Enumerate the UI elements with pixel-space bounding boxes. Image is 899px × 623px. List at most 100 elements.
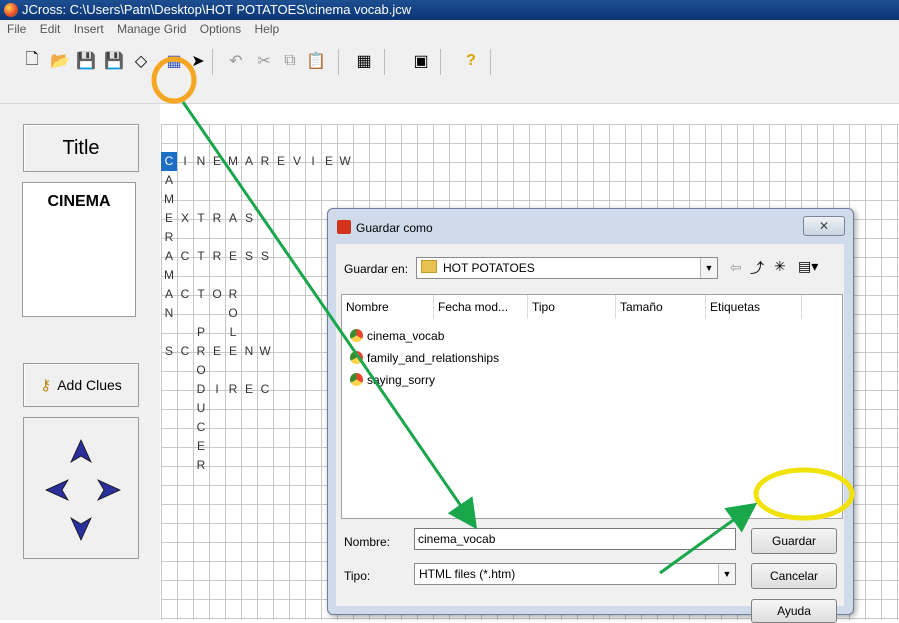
grid-cell[interactable]: R (257, 152, 273, 171)
file-type-select[interactable]: HTML files (*.htm) ▼ (414, 563, 736, 585)
menu-edit[interactable]: Edit (40, 22, 61, 36)
grid-cell[interactable]: W (257, 342, 273, 361)
column-tags[interactable]: Etiquetas (706, 295, 802, 319)
menu-options[interactable]: Options (200, 22, 241, 36)
save-button[interactable]: Guardar (751, 528, 837, 554)
grid-cell[interactable]: T (193, 209, 209, 228)
grid-cell[interactable]: N (193, 152, 209, 171)
grid-cell[interactable]: P (193, 323, 209, 342)
paste-icon[interactable]: 📋 (306, 51, 326, 71)
copy-icon[interactable]: ⧉ (280, 51, 300, 71)
add-clues-button[interactable]: ⚷ Add Clues (23, 363, 139, 407)
grid-cell[interactable]: R (209, 209, 225, 228)
column-type[interactable]: Tipo (528, 295, 616, 319)
grid-cell[interactable]: E (321, 152, 337, 171)
grid-cell[interactable]: C (193, 418, 209, 437)
file-name-input[interactable]: cinema_vocab (414, 528, 736, 550)
grid-cell[interactable]: R (209, 247, 225, 266)
grid-cell[interactable]: A (241, 152, 257, 171)
config-icon[interactable]: ▣ (411, 51, 431, 71)
help-icon[interactable]: ? (461, 51, 481, 71)
chevron-down-icon[interactable]: ▼ (700, 258, 717, 278)
grid-cell[interactable]: E (225, 247, 241, 266)
file-item[interactable]: cinema_vocab (350, 326, 444, 346)
cancel-button[interactable]: Cancelar (751, 563, 837, 589)
grid-cell[interactable]: R (193, 342, 209, 361)
grid-cell[interactable]: E (193, 437, 209, 456)
cut-icon[interactable]: ✂ (254, 51, 274, 71)
grid-cell[interactable]: I (209, 380, 225, 399)
grid-cell[interactable]: C (161, 152, 177, 171)
grid-cell[interactable]: A (225, 209, 241, 228)
grid-cell[interactable]: A (161, 171, 177, 190)
menu-manage-grid[interactable]: Manage Grid (117, 22, 186, 36)
grid-cell[interactable]: O (225, 304, 241, 323)
grid-cell[interactable]: X (177, 209, 193, 228)
help-button[interactable]: Ayuda (751, 599, 837, 623)
grid-cell[interactable]: I (305, 152, 321, 171)
dialog-close-button[interactable]: ✕ (803, 216, 845, 236)
save-icon[interactable]: 💾 (76, 51, 96, 71)
menu-insert[interactable]: Insert (74, 22, 104, 36)
title-button[interactable]: Title (23, 124, 139, 172)
column-date[interactable]: Fecha mod... (434, 295, 528, 319)
grid-cell[interactable]: R (161, 228, 177, 247)
web-export-arrow-icon[interactable]: ➤ (188, 51, 208, 71)
grid-cell[interactable]: A (161, 247, 177, 266)
grid-cell[interactable]: C (177, 285, 193, 304)
open-folder-icon[interactable]: 📂 (50, 51, 70, 71)
chevron-down-icon[interactable]: ▼ (718, 564, 735, 584)
grid-cell[interactable]: A (161, 285, 177, 304)
grid-cell[interactable]: S (161, 342, 177, 361)
grid-cell[interactable]: S (241, 209, 257, 228)
grid-cell[interactable]: N (161, 304, 177, 323)
grid-cell[interactable]: C (177, 342, 193, 361)
view-menu-icon[interactable]: ▤▾ (798, 258, 818, 275)
grid-cell[interactable]: S (241, 247, 257, 266)
create-web-page-icon[interactable]: ▦ (164, 51, 184, 71)
grid-cell[interactable]: E (209, 342, 225, 361)
grid-cell[interactable]: M (161, 190, 177, 209)
grid-cell[interactable]: C (177, 247, 193, 266)
menu-file[interactable]: File (7, 22, 26, 36)
up-folder-icon[interactable]: ⤴ (750, 258, 764, 278)
grid-cell[interactable]: E (273, 152, 289, 171)
file-item[interactable]: family_and_relationships (350, 348, 499, 368)
grid-cell[interactable]: E (225, 342, 241, 361)
save-as-icon[interactable]: 💾 (104, 51, 124, 71)
eraser-icon[interactable]: ◇ (131, 51, 151, 71)
grid-cell[interactable]: R (225, 380, 241, 399)
grid-cell[interactable]: V (289, 152, 305, 171)
grid-icon[interactable]: ▦ (354, 51, 374, 71)
grid-cell[interactable]: R (193, 456, 209, 475)
grid-cell[interactable]: S (257, 247, 273, 266)
grid-cell[interactable]: R (225, 285, 241, 304)
grid-cell[interactable]: E (241, 380, 257, 399)
back-icon[interactable]: ⇦ (730, 259, 742, 276)
grid-cell[interactable]: D (193, 380, 209, 399)
grid-cell[interactable]: C (257, 380, 273, 399)
grid-cell[interactable]: M (225, 152, 241, 171)
undo-icon[interactable]: ↶ (226, 51, 246, 71)
new-file-icon[interactable]: 🗋 (22, 51, 42, 71)
grid-cell[interactable]: L (225, 323, 241, 342)
grid-cell[interactable]: T (193, 285, 209, 304)
grid-cell[interactable]: W (337, 152, 353, 171)
save-as-dialog: Guardar como ✕ Guardar en: HOT POTATOES … (327, 208, 854, 623)
grid-cell[interactable]: E (161, 209, 177, 228)
column-name[interactable]: Nombre (342, 295, 434, 319)
save-in-select[interactable]: HOT POTATOES ▼ (416, 257, 718, 279)
grid-cell[interactable]: N (241, 342, 257, 361)
file-item[interactable]: saying_sorry (350, 370, 435, 390)
grid-cell[interactable]: I (177, 152, 193, 171)
new-folder-icon[interactable]: ✳ (774, 258, 786, 275)
grid-cell[interactable]: T (193, 247, 209, 266)
column-size[interactable]: Tamaño (616, 295, 706, 319)
grid-cell[interactable]: O (209, 285, 225, 304)
grid-cell[interactable]: U (193, 399, 209, 418)
grid-cell[interactable]: E (209, 152, 225, 171)
menu-help[interactable]: Help (255, 22, 280, 36)
grid-cell[interactable]: O (193, 361, 209, 380)
chrome-file-icon (350, 351, 363, 364)
grid-cell[interactable]: M (161, 266, 177, 285)
